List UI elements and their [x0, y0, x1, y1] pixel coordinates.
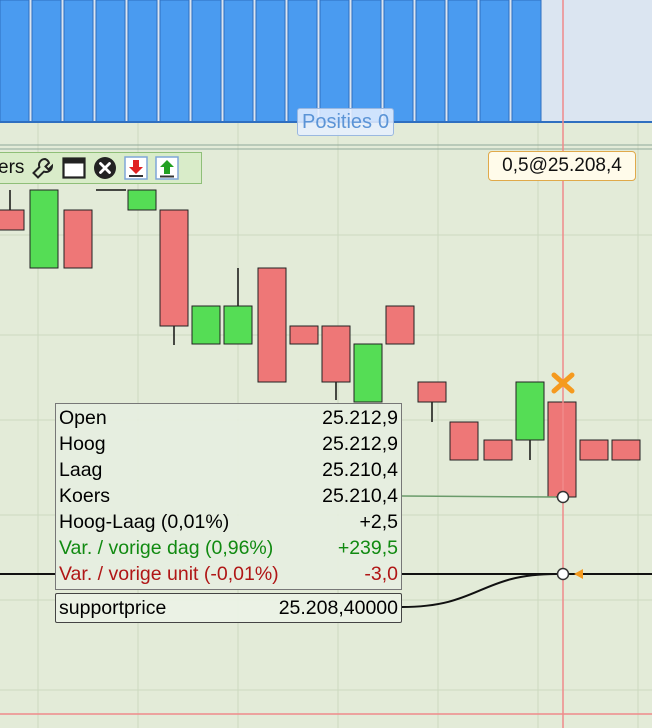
info-value: +239,5 — [337, 537, 398, 559]
candle-bullish — [191, 305, 221, 345]
positions-count: 0 — [378, 111, 390, 133]
info-row-high: Hoog 25.212,9 — [59, 431, 398, 457]
info-label: Var. / vorige unit (-0,01%) — [59, 563, 279, 585]
toolbar-label: ers — [0, 157, 25, 178]
volume-bar — [223, 0, 254, 123]
candle-bearish — [63, 209, 93, 269]
volume-bar — [63, 0, 94, 123]
support-value: 25.208,40000 — [278, 597, 398, 619]
positions-text: Posities — [302, 111, 373, 133]
support-point-marker — [556, 567, 570, 581]
candle-info-box: Open 25.212,9 Hoog 25.212,9 Laag 25.210,4 K… — [55, 403, 402, 590]
volume-bar — [383, 0, 414, 123]
info-label: Hoog-Laag (0,01%) — [59, 511, 230, 533]
candle-bearish — [547, 401, 577, 498]
window-icon[interactable] — [61, 155, 87, 181]
candle-bearish — [321, 325, 351, 383]
volume-bar — [351, 0, 382, 123]
support-price-box[interactable]: supportprice 25.208,40000 — [55, 593, 402, 623]
info-label: Open — [59, 407, 107, 429]
candle-bullish — [223, 305, 253, 345]
candle-bullish — [127, 189, 157, 211]
info-label: Laag — [59, 459, 103, 481]
candle-bearish — [579, 439, 609, 461]
info-value: 25.210,4 — [322, 459, 398, 481]
info-row-low: Laag 25.210,4 — [59, 457, 398, 483]
volume-bar — [127, 0, 158, 123]
candle-bullish — [515, 381, 545, 441]
candle-bearish — [257, 267, 287, 383]
candle-bearish — [159, 209, 189, 327]
close-price-leader — [401, 495, 557, 498]
volume-bar — [447, 0, 478, 123]
volume-bar — [95, 0, 126, 123]
wrench-icon[interactable] — [30, 155, 56, 181]
candle-bearish — [289, 325, 319, 345]
close-icon[interactable] — [92, 155, 118, 181]
candle-bearish — [611, 439, 641, 461]
candle-bullish — [353, 343, 383, 403]
close-point-marker — [556, 490, 570, 504]
candle-bearish — [449, 421, 479, 461]
volume-bar — [159, 0, 190, 123]
info-value: 25.212,9 — [322, 407, 398, 429]
candle-bearish — [385, 305, 415, 345]
info-value: 25.212,9 — [322, 433, 398, 455]
info-value: -3,0 — [364, 563, 398, 585]
info-label: Var. / vorige dag (0,96%) — [59, 537, 274, 559]
support-label: supportprice — [59, 597, 167, 619]
volume-bar — [479, 0, 510, 123]
info-row-range: Hoog-Laag (0,01%) +2,5 — [59, 509, 398, 535]
info-value: +2,5 — [359, 511, 399, 533]
volume-bar — [287, 0, 318, 123]
volume-bar — [255, 0, 286, 123]
info-row-var-day: Var. / vorige dag (0,96%) +239,5 — [59, 535, 398, 561]
candle-bullish — [29, 189, 59, 269]
info-row-var-unit: Var. / vorige unit (-0,01%) -3,0 — [59, 561, 398, 587]
volume-bar — [319, 0, 350, 123]
info-row-close: Koers 25.210,4 — [59, 483, 398, 509]
info-label: Koers — [59, 485, 110, 507]
order-price-tag[interactable]: 0,5@25.208,4 — [488, 151, 636, 181]
info-row-open: Open 25.212,9 — [59, 405, 398, 431]
volume-bar — [0, 0, 30, 123]
candle-bearish — [0, 209, 25, 231]
candle-bearish — [417, 381, 447, 403]
volume-bar — [511, 0, 542, 123]
info-label: Hoog — [59, 433, 106, 455]
upload-icon[interactable] — [154, 155, 180, 181]
volume-bar — [415, 0, 446, 123]
indicator-toolbar: ers — [0, 152, 202, 184]
volume-bar — [191, 0, 222, 123]
volume-bar — [31, 0, 62, 123]
positions-label: Posities 0 — [297, 108, 395, 136]
info-value: 25.210,4 — [322, 485, 398, 507]
candle-bearish — [483, 439, 513, 461]
download-icon[interactable] — [123, 155, 149, 181]
trading-chart[interactable]: Posities 0 ers 0,5@25.208,4 Open 25.212,9 … — [0, 0, 652, 728]
